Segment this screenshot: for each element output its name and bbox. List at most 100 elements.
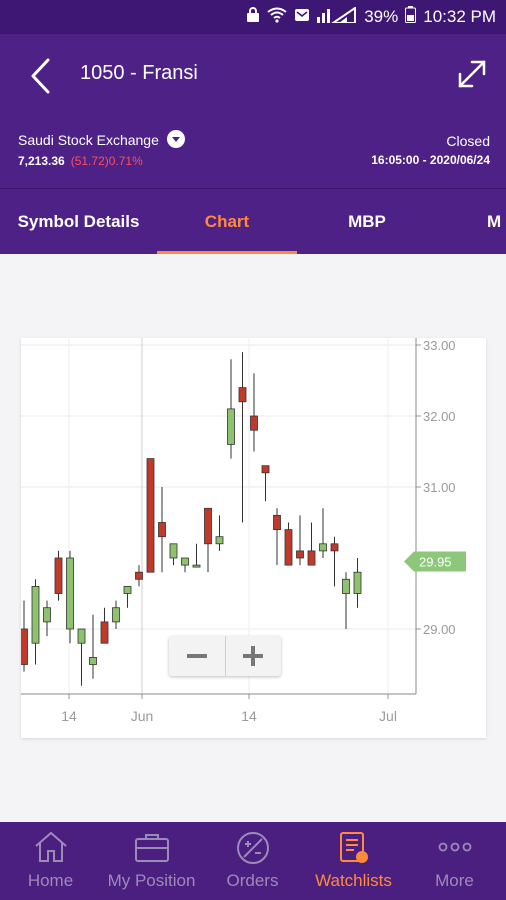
nav-more-label: More bbox=[435, 871, 474, 890]
candle bbox=[215, 515, 224, 551]
candle bbox=[307, 522, 316, 566]
battery-percent: 39% bbox=[364, 7, 399, 26]
candle-body bbox=[123, 585, 132, 594]
candle bbox=[146, 458, 155, 573]
tab-mbp[interactable]: MBP bbox=[297, 189, 437, 254]
zoom-in-button[interactable] bbox=[224, 636, 282, 676]
candle-body bbox=[135, 571, 143, 580]
x-tick-label: 14 bbox=[61, 708, 77, 724]
x-tick-label: Jun bbox=[131, 708, 154, 724]
candle bbox=[250, 373, 258, 452]
market-status: Closed bbox=[446, 133, 490, 149]
candle-body bbox=[89, 656, 97, 665]
candle-body bbox=[307, 550, 316, 566]
candle bbox=[77, 628, 86, 686]
nav-watchlists-label: Watchlists bbox=[315, 871, 392, 890]
candle-body bbox=[227, 408, 235, 445]
candle bbox=[54, 550, 63, 601]
candle bbox=[43, 600, 51, 637]
candle-body bbox=[77, 628, 86, 644]
tab-chart[interactable]: Chart bbox=[157, 189, 297, 254]
zoom-out-button[interactable] bbox=[169, 636, 225, 676]
nav-watchlists[interactable]: Watchlists bbox=[303, 822, 404, 900]
signal-icon bbox=[317, 5, 357, 28]
candle bbox=[296, 515, 304, 566]
index-summary: 7,213.36 (51.72)0.71% bbox=[18, 154, 143, 168]
candle bbox=[319, 508, 327, 558]
candle-body bbox=[250, 415, 258, 431]
candle-body bbox=[146, 458, 155, 573]
tab-bar: Symbol Details Chart MBP M bbox=[0, 189, 506, 254]
nav-more[interactable]: More bbox=[404, 822, 505, 900]
candle bbox=[330, 536, 339, 587]
candle bbox=[66, 550, 74, 644]
expand-icon bbox=[458, 60, 486, 88]
candle bbox=[353, 558, 362, 608]
market-timestamp: 16:05:00 - 2020/06/24 bbox=[371, 153, 490, 167]
candle bbox=[181, 557, 189, 573]
chart-card[interactable]: 33.00 32.00 31.00 29.00 14 Jun 14 Jul 29.95 bbox=[20, 338, 486, 738]
candle bbox=[20, 600, 28, 672]
candle-body bbox=[112, 607, 120, 623]
nav-my-position[interactable]: My Position bbox=[101, 822, 202, 900]
candle-body bbox=[342, 578, 350, 594]
candle bbox=[123, 585, 132, 608]
wifi-icon bbox=[267, 7, 287, 28]
candle-body bbox=[43, 607, 51, 623]
candle-body bbox=[20, 628, 28, 665]
nav-my-position-label: My Position bbox=[107, 871, 196, 890]
candle-body bbox=[66, 557, 74, 630]
candle bbox=[204, 507, 212, 573]
lock-icon bbox=[246, 6, 260, 28]
candle-body bbox=[181, 557, 189, 566]
back-button[interactable] bbox=[26, 56, 54, 96]
y-tick-label: 31.00 bbox=[423, 480, 456, 495]
back-arrow-icon bbox=[31, 58, 50, 94]
candle-body bbox=[31, 585, 40, 644]
candle bbox=[192, 543, 201, 568]
candle-body bbox=[169, 543, 178, 559]
candle-body bbox=[273, 514, 281, 530]
candle-body bbox=[192, 564, 201, 568]
candle-body bbox=[353, 571, 362, 594]
candle bbox=[273, 508, 281, 566]
clock: 10:32 PM bbox=[423, 7, 496, 26]
candle-body bbox=[204, 507, 212, 545]
candle-body bbox=[319, 543, 327, 552]
nav-orders[interactable]: Orders bbox=[202, 822, 303, 900]
candle bbox=[227, 359, 235, 459]
candlestick-chart[interactable]: 33.00 32.00 31.00 29.00 14 Jun 14 Jul 29.95 bbox=[20, 338, 486, 738]
candle-body bbox=[54, 557, 63, 594]
fullscreen-button[interactable] bbox=[452, 54, 492, 94]
candle-body bbox=[330, 543, 339, 552]
chevron-down-icon[interactable] bbox=[166, 130, 185, 149]
candle-body bbox=[100, 621, 109, 644]
battery-icon bbox=[405, 6, 417, 28]
y-tick-label: 33.00 bbox=[423, 338, 456, 353]
candle bbox=[342, 572, 350, 629]
last-price-label: 29.95 bbox=[419, 555, 452, 570]
candle bbox=[100, 607, 109, 644]
candle bbox=[169, 543, 178, 566]
exchange-selector[interactable]: Saudi Stock Exchange bbox=[18, 130, 185, 150]
y-tick-label: 29.00 bbox=[423, 622, 456, 637]
status-bar: 39% 10:32 PM bbox=[0, 0, 506, 34]
plus-icon bbox=[243, 646, 264, 666]
candle bbox=[89, 614, 97, 679]
candle-body bbox=[296, 550, 304, 559]
watchlist-icon bbox=[339, 832, 368, 863]
candle-body bbox=[261, 465, 270, 474]
tab-more-partial[interactable]: M bbox=[487, 189, 506, 254]
y-tick-label: 32.00 bbox=[423, 409, 456, 424]
candle bbox=[31, 579, 40, 665]
nav-home[interactable]: Home bbox=[0, 822, 101, 900]
candle-body bbox=[238, 387, 247, 403]
candle bbox=[158, 487, 166, 573]
more-icon bbox=[438, 842, 471, 852]
active-tab-indicator bbox=[157, 251, 297, 254]
x-tick-label: 14 bbox=[241, 708, 257, 724]
tab-symbol-details[interactable]: Symbol Details bbox=[0, 189, 157, 254]
status-icons: 39% 10:32 PM bbox=[246, 5, 496, 28]
briefcase-icon bbox=[134, 834, 169, 862]
nav-home-label: Home bbox=[27, 871, 74, 890]
